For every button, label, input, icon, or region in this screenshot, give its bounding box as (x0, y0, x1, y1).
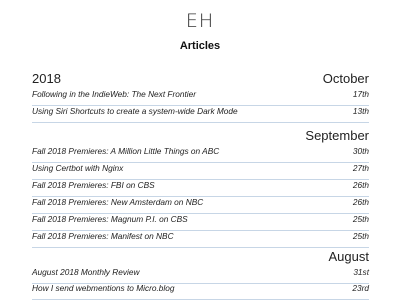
month-heading-october: October (322, 71, 369, 86)
article-link[interactable]: Fall 2018 Premieres: FBI on CBS (32, 180, 155, 190)
article-date: 27th (352, 163, 369, 173)
article-link[interactable]: Using Siri Shortcuts to create a system-… (32, 106, 238, 116)
article-link[interactable]: Using Certbot with Nginx (32, 163, 123, 173)
article-link[interactable]: Fall 2018 Premieres: Manifest on NBC (32, 231, 174, 241)
article-link[interactable]: How I send webmentions to Micro.blog (32, 283, 175, 293)
article-row[interactable]: Fall 2018 Premieres: Magnum P.I. on CBS … (32, 214, 369, 231)
article-link[interactable]: Fall 2018 Premieres: A Million Little Th… (32, 146, 219, 156)
page-title: Articles (179, 40, 221, 52)
article-link[interactable]: Fall 2018 Premieres: Magnum P.I. on CBS (32, 214, 188, 224)
article-date: 25th (352, 214, 369, 224)
site-logo[interactable]: EH (0, 10, 400, 32)
article-row[interactable]: Fall 2018 Premieres: A Million Little Th… (32, 146, 369, 163)
article-date: 17th (352, 89, 369, 99)
article-row[interactable]: August 2018 Monthly Review 31st (32, 267, 369, 284)
article-link[interactable]: Following in the IndieWeb: The Next Fron… (32, 89, 196, 99)
month-heading-august: August (328, 249, 369, 264)
year-heading: 2018 (32, 71, 61, 86)
article-row[interactable]: Fall 2018 Premieres: New Amsterdam on NB… (32, 197, 369, 214)
article-row[interactable]: Using Certbot with Nginx 27th (32, 163, 369, 180)
article-date: 23rd (352, 283, 369, 293)
article-row[interactable]: Using Siri Shortcuts to create a system-… (32, 106, 369, 123)
article-date: 13th (352, 106, 369, 116)
article-row[interactable]: Fall 2018 Premieres: Manifest on NBC 25t… (32, 231, 369, 248)
article-row[interactable]: Fall 2018 Premieres: FBI on CBS 26th (32, 180, 369, 197)
article-link[interactable]: August 2018 Monthly Review (32, 267, 139, 277)
article-date: 31st (353, 267, 369, 277)
article-row[interactable]: How I send webmentions to Micro.blog 23r… (32, 283, 369, 300)
article-date: 25th (352, 231, 369, 241)
article-date: 26th (352, 197, 369, 207)
article-date: 26th (352, 180, 369, 190)
article-date: 30th (352, 146, 369, 156)
article-link[interactable]: Fall 2018 Premieres: New Amsterdam on NB… (32, 197, 203, 207)
article-row[interactable]: Following in the IndieWeb: The Next Fron… (32, 89, 369, 106)
month-heading-september: September (305, 128, 369, 143)
